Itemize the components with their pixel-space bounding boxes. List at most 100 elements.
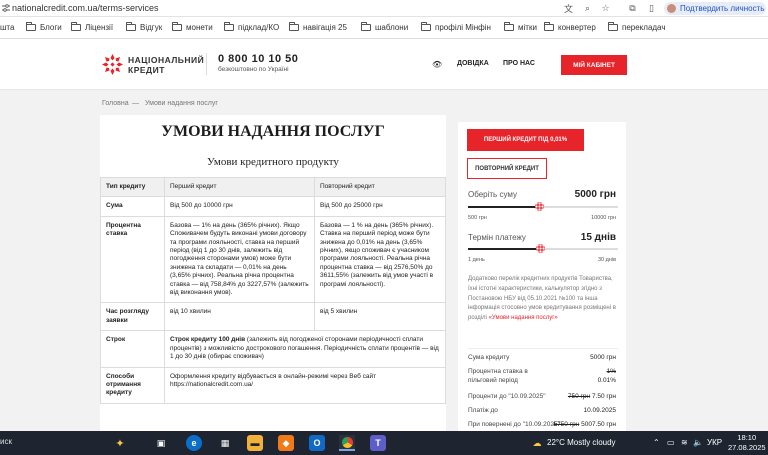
table-cell: від 10 хвилин <box>164 302 315 332</box>
summary-value: 1% 0.01% <box>597 368 616 384</box>
nav-about[interactable]: ПРО НАС <box>503 60 535 67</box>
table-header-row: Тип кредиту Перший кредит Повторний кред… <box>100 176 446 198</box>
bookmark-item[interactable]: мітки <box>504 22 537 32</box>
amount-slider[interactable] <box>468 202 618 211</box>
bookmark-item[interactable]: перекладач <box>608 22 666 32</box>
table-row: Сума Від 500 до 10000 грн Від 500 до 250… <box>100 196 446 217</box>
nav-help[interactable]: ДОВІДКА <box>457 60 489 67</box>
table-header-cell: Повторний кредит <box>314 176 446 198</box>
table-row: Строк Строк кредиту 100 днів (залежить в… <box>100 330 446 368</box>
translate-icon[interactable]: 文 <box>563 3 574 14</box>
phone-note: безкоштовно по Україні <box>218 66 289 73</box>
extensions-icon[interactable]: ⧉ <box>627 3 638 14</box>
store-icon[interactable]: ▦ <box>217 435 233 451</box>
section-subtitle: Умови кредитного продукту <box>207 156 339 168</box>
edge-icon[interactable]: e <box>186 435 202 451</box>
bookmarks-bar: шта Блоги Ліцензії Відгук монети підклад… <box>0 17 768 39</box>
amount-slider-handle[interactable] <box>534 202 544 211</box>
file-explorer-icon[interactable]: ▬ <box>247 435 263 451</box>
weather-icon[interactable]: ☁ <box>529 435 545 451</box>
task-view-icon[interactable]: ▣ <box>153 435 169 451</box>
breadcrumb-home[interactable]: Головна <box>102 100 129 107</box>
folder-icon <box>608 22 618 31</box>
row-label: Сума <box>100 196 165 217</box>
logo-icon[interactable] <box>102 54 123 75</box>
avatar <box>667 4 676 13</box>
page-title: УМОВИ НАДАННЯ ПОСЛУГ <box>161 123 385 140</box>
loan-calculator: ПЕРШИЙ КРЕДИТ ПІД 0,01% ПОВТОРНИЙ КРЕДИТ… <box>458 122 626 431</box>
table-cell: Строк кредиту 100 днів (залежить від пог… <box>164 330 446 368</box>
folder-icon <box>224 22 234 31</box>
folder-icon <box>71 22 81 31</box>
bookmark-star-icon[interactable]: ☆ <box>600 3 611 14</box>
summary-value: 5000 грн <box>590 354 616 361</box>
folder-icon <box>289 22 299 31</box>
browser-address-bar: nationalcredit.com.ua/terms-services 文 ⌕… <box>0 0 768 17</box>
amount-slider-fill <box>468 206 539 208</box>
row-label: Процентна ставка <box>100 215 165 304</box>
term-slider[interactable] <box>468 244 618 253</box>
bookmark-item[interactable]: шта <box>0 23 14 32</box>
tab-repeat-credit[interactable]: ПОВТОРНИЙ КРЕДИТ <box>467 158 547 179</box>
network-icon[interactable]: ▭ <box>667 438 675 447</box>
folder-icon <box>544 22 554 31</box>
phone-number[interactable]: 0 800 10 10 50 <box>218 53 298 65</box>
folder-icon <box>172 22 182 31</box>
summary-label: Процентна ставка в пільговий період <box>468 368 528 384</box>
bookmark-item[interactable]: шаблони <box>361 22 408 32</box>
breadcrumb-current: Умови надання послуг <box>145 100 218 107</box>
profile-chip[interactable]: Подтвердить личность <box>664 2 766 15</box>
outlook-icon[interactable]: O <box>309 435 325 451</box>
term-value: 15 днів <box>580 232 616 243</box>
folder-icon <box>421 22 431 31</box>
table-cell: Базова — 1 % на день (365% річних). Став… <box>314 215 446 304</box>
site-info-icon[interactable] <box>2 4 10 12</box>
summary-label: Проценти до "10.09.2025" <box>468 393 546 400</box>
header-divider <box>206 53 207 75</box>
bookmark-item[interactable]: підклад/КО <box>224 22 279 32</box>
teams-icon[interactable]: T <box>370 435 386 451</box>
table-cell: Базова — 1% на день (365% річних). Якщо … <box>164 215 315 304</box>
amount-value: 5000 грн <box>574 189 616 200</box>
bookmark-item[interactable]: Відгук <box>126 22 162 32</box>
summary-label: Платіж до <box>468 407 498 414</box>
bookmark-item[interactable]: навігація 25 <box>289 22 347 32</box>
cabinet-button[interactable]: МІЙ КАБІНЕТ <box>561 55 627 75</box>
wifi-icon[interactable]: ≋ <box>681 438 688 447</box>
chrome-icon[interactable] <box>339 435 355 451</box>
folder-icon <box>504 22 514 31</box>
bookmark-item[interactable]: конвертер <box>544 22 596 32</box>
breadcrumb-separator: — <box>132 100 139 107</box>
notice-link[interactable]: «Умови надання послуг» <box>489 315 558 321</box>
clock[interactable]: 18:10 27.08.2025 <box>728 433 766 453</box>
term-slider-handle[interactable] <box>536 244 545 253</box>
folder-icon <box>126 22 136 31</box>
taskbar-search[interactable]: иск <box>0 437 12 446</box>
profile-label: Подтвердить личность <box>680 4 765 13</box>
weather-text[interactable]: 22°C Mostly cloudy <box>547 438 616 447</box>
bookmark-item[interactable]: Блоги <box>26 22 62 32</box>
logo-text[interactable]: НАЦІОНАЛЬНИЙ КРЕДИТ <box>128 55 204 75</box>
table-row: Способи отримання кредиту Оформлення кре… <box>100 366 446 404</box>
amount-max: 10000 грн <box>591 215 616 221</box>
side-panel-icon[interactable]: ▯ <box>646 3 657 14</box>
summary-value: 750 грн 7.50 грн <box>567 393 616 400</box>
bookmark-item[interactable]: Ліцензії <box>71 22 113 32</box>
app-icon[interactable]: ◆ <box>278 435 294 451</box>
term-min: 1 день <box>468 257 485 263</box>
table-cell: Від 500 до 25000 грн <box>314 196 446 217</box>
url-text[interactable]: nationalcredit.com.ua/terms-services <box>12 3 159 13</box>
bookmark-item[interactable]: профілі Мінфін <box>421 22 491 32</box>
summary-label: Сума кредиту <box>468 354 510 361</box>
term-slider-fill <box>468 248 540 250</box>
tab-first-credit[interactable]: ПЕРШИЙ КРЕДИТ ПІД 0,01% <box>467 129 584 151</box>
chevron-up-icon[interactable]: ⌃ <box>653 438 660 447</box>
language-indicator[interactable]: УКР <box>707 438 722 447</box>
copilot-icon[interactable]: ✦ <box>112 435 128 451</box>
volume-icon[interactable]: 🔈 <box>693 438 703 447</box>
zoom-icon[interactable]: ⌕ <box>582 3 593 14</box>
notice-text: Додатково перелік кредитних продуктів То… <box>468 276 616 322</box>
table-cell: Оформлення кредиту відбувається в онлайн… <box>164 366 446 404</box>
bookmark-item[interactable]: монети <box>172 22 213 32</box>
eye-icon[interactable]: 👁 <box>432 60 442 69</box>
